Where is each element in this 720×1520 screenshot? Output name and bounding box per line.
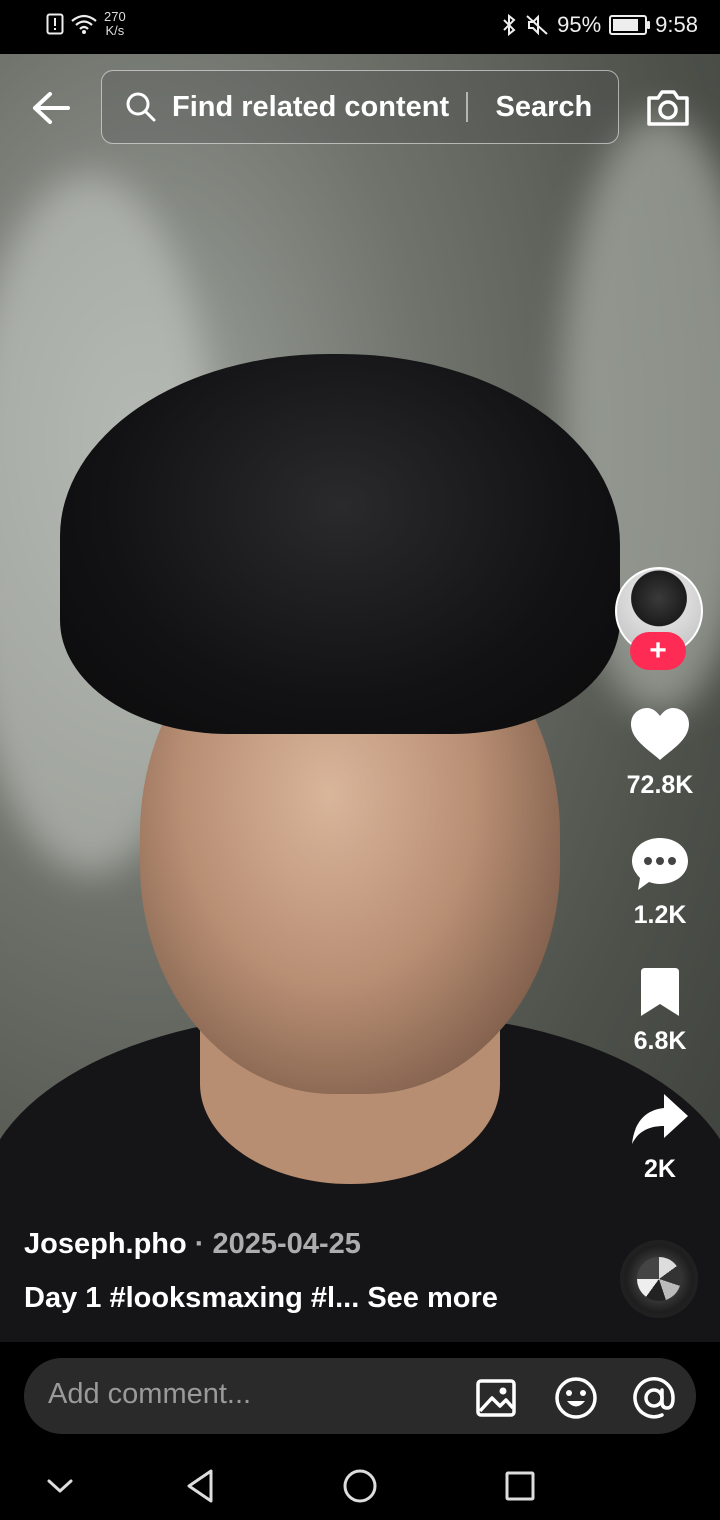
square-recents-icon (505, 1471, 535, 1501)
bookmark-icon (641, 968, 679, 1016)
follow-button[interactable]: + (630, 632, 686, 670)
network-speed: 270 K/s (104, 10, 126, 38)
nav-home-button[interactable] (336, 1462, 384, 1510)
post-date: 2025-04-25 (212, 1228, 361, 1260)
triangle-back-icon (187, 1469, 213, 1503)
nav-hide-button[interactable] (36, 1462, 84, 1510)
share-count: 2K (644, 1155, 676, 1183)
clock: 9:58 (655, 12, 698, 37)
nav-recents-button[interactable] (496, 1462, 544, 1510)
comment-bar (0, 1342, 720, 1450)
search-icon (124, 90, 158, 124)
emoji-icon (555, 1377, 597, 1419)
comment-input[interactable] (48, 1378, 448, 1411)
camera-icon (647, 90, 689, 126)
at-icon (633, 1377, 675, 1419)
system-nav-bar (0, 1450, 720, 1520)
comment-icon (632, 838, 688, 890)
music-disc[interactable] (620, 1240, 698, 1318)
post-caption: Day 1 #looksmaxing #l... See more (24, 1282, 498, 1315)
search-bar[interactable]: Search (101, 70, 619, 144)
see-more-link[interactable]: See more (367, 1282, 498, 1314)
mention-button[interactable] (632, 1376, 676, 1420)
comment-input-container[interactable] (24, 1358, 696, 1434)
status-bar: 270 K/s 95% 9:58 (0, 0, 720, 54)
circle-home-icon (343, 1469, 377, 1503)
author-line: Joseph.pho · 2025-04-25 (24, 1228, 361, 1261)
battery-level (613, 19, 638, 31)
nav-back-button[interactable] (176, 1462, 224, 1510)
camera-button[interactable] (642, 84, 694, 132)
share-button[interactable]: 2K (612, 1092, 708, 1184)
search-button[interactable]: Search (496, 91, 593, 124)
bluetooth-icon (503, 13, 516, 37)
search-input[interactable] (172, 90, 462, 124)
post-separator: · (186, 1228, 213, 1260)
video-subject-hair (60, 354, 620, 734)
back-arrow-icon (33, 92, 70, 124)
share-icon (632, 1094, 688, 1144)
status-left: 270 K/s (46, 10, 126, 38)
music-cover (637, 1257, 681, 1301)
battery-percent: 95% (557, 12, 602, 37)
caption-text: Day 1 #looksmaxing #l... (24, 1282, 360, 1314)
heart-icon (631, 708, 689, 760)
search-divider (466, 92, 468, 122)
favorite-count: 6.8K (633, 1027, 687, 1055)
network-speed-unit: K/s (105, 23, 125, 38)
emoji-button[interactable] (554, 1376, 598, 1420)
screen: 270 K/s 95% 9:58 Find related content Se… (0, 0, 720, 1520)
like-button[interactable]: 72.8K (612, 706, 708, 800)
status-right: 95% 9:58 (501, 12, 698, 38)
image-icon (476, 1379, 516, 1417)
battery-icon (609, 15, 651, 35)
back-button[interactable] (26, 84, 74, 132)
mute-icon (526, 14, 548, 36)
favorite-button[interactable]: 6.8K (612, 966, 708, 1056)
comment-button[interactable]: 1.2K (612, 836, 708, 930)
wifi-icon (71, 14, 97, 34)
network-speed-value: 270 (104, 9, 126, 24)
like-count: 72.8K (626, 771, 694, 799)
comment-count: 1.2K (633, 901, 687, 929)
chevron-down-icon (47, 1479, 73, 1493)
sim-alert-icon (46, 13, 64, 35)
image-button[interactable] (474, 1376, 518, 1420)
author-name[interactable]: Joseph.pho (24, 1228, 187, 1260)
